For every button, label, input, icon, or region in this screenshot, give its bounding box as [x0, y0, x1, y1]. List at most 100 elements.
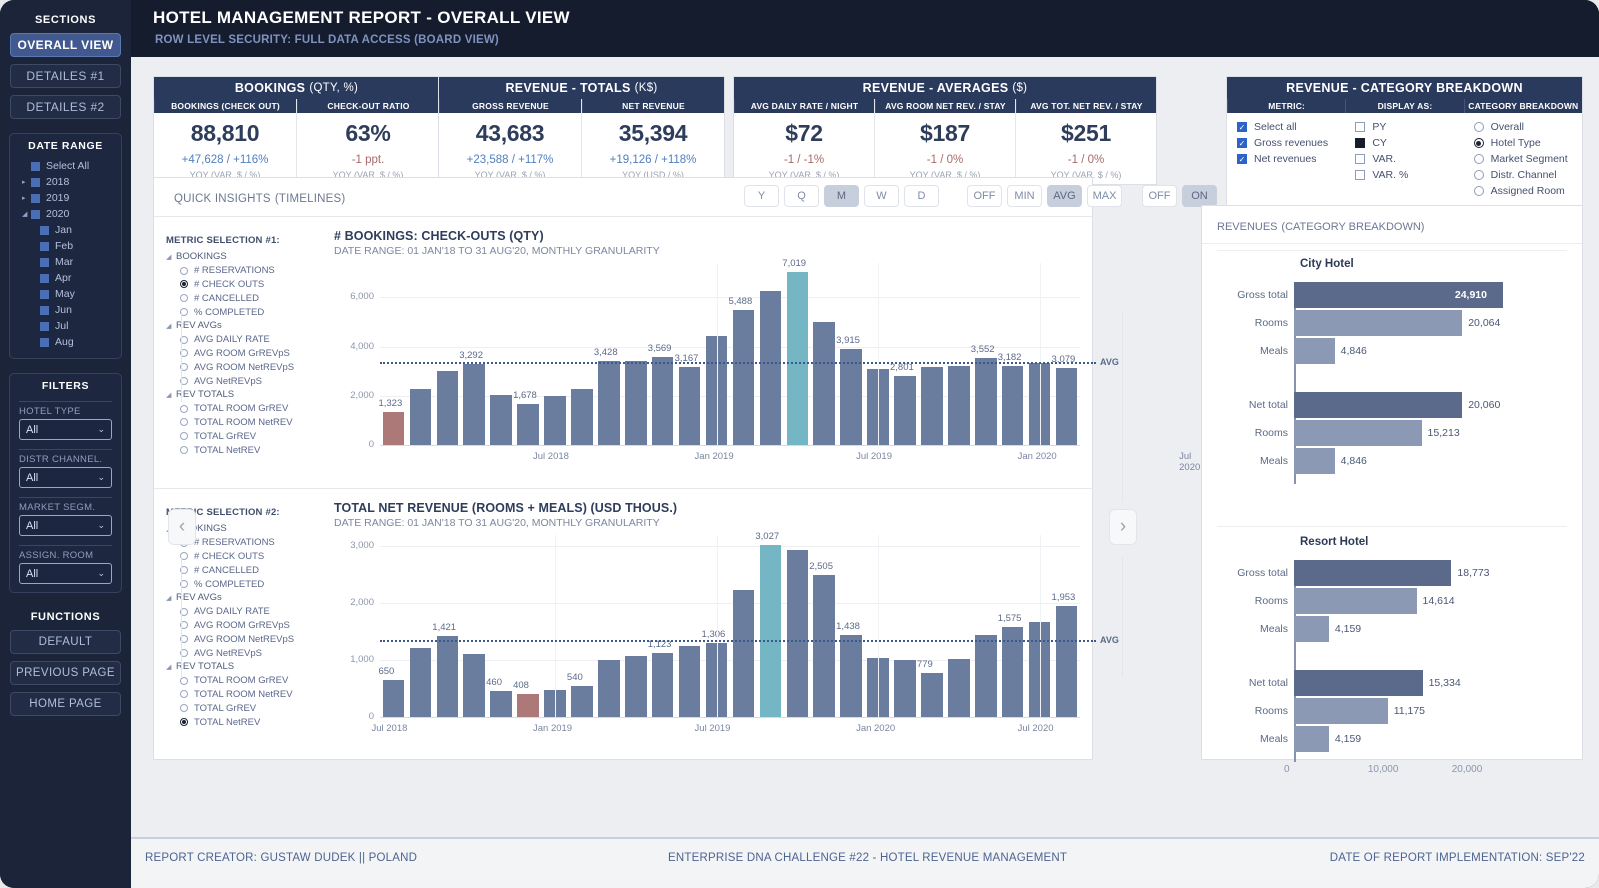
- checkbox-icon[interactable]: [31, 161, 40, 171]
- metric-option[interactable]: AVG DAILY RATE: [166, 333, 326, 347]
- metric-option[interactable]: TOTAL GrREV: [166, 429, 326, 443]
- chart-bar[interactable]: [490, 395, 512, 445]
- next-page-arrow[interactable]: ›: [1109, 509, 1137, 545]
- toggle-button-off[interactable]: OFF: [1142, 185, 1177, 207]
- metric-option[interactable]: % COMPLETED: [166, 305, 326, 319]
- chart-bar[interactable]: [786, 550, 809, 717]
- function-button-home-page[interactable]: HOME PAGE: [10, 692, 121, 716]
- chart-bar[interactable]: [436, 636, 459, 717]
- chart-bar[interactable]: [759, 544, 782, 717]
- chart-bar[interactable]: [625, 361, 647, 445]
- metric-option[interactable]: AVG ROOM GrREVpS: [166, 619, 326, 633]
- chart-bar[interactable]: [786, 272, 809, 445]
- hbar[interactable]: [1294, 588, 1417, 614]
- chart-bar[interactable]: [651, 653, 674, 717]
- tree-caret-icon[interactable]: ▸: [22, 179, 31, 186]
- date-range-item[interactable]: May: [10, 286, 121, 302]
- chart-bar[interactable]: [436, 370, 459, 445]
- tree-caret-icon[interactable]: ◢: [166, 322, 176, 330]
- checkbox-icon[interactable]: ✓: [1237, 122, 1247, 132]
- radio-icon[interactable]: [180, 718, 188, 727]
- hbar[interactable]: [1294, 420, 1422, 446]
- breakdown-option[interactable]: ✓ Select all: [1237, 119, 1345, 135]
- breakdown-option[interactable]: ✓ Gross revenues: [1237, 135, 1345, 151]
- chart-bar[interactable]: [732, 590, 755, 717]
- chart-bar[interactable]: [894, 660, 916, 717]
- date-range-item[interactable]: Select All: [10, 158, 121, 174]
- metric-option[interactable]: AVG NetREVpS: [166, 374, 326, 388]
- date-range-item[interactable]: ▸ 2019: [10, 190, 121, 206]
- checkbox-icon[interactable]: [40, 241, 49, 251]
- date-range-item[interactable]: Jul: [10, 318, 121, 334]
- metric-option[interactable]: AVG NetREVpS: [166, 646, 326, 660]
- chart-bar[interactable]: [678, 367, 701, 445]
- breakdown-option[interactable]: Assigned Room: [1473, 183, 1582, 199]
- toggle-button-avg[interactable]: AVG: [1047, 185, 1082, 207]
- hbar[interactable]: [1294, 448, 1335, 474]
- chart-bar[interactable]: [651, 357, 674, 445]
- radio-icon[interactable]: [1473, 154, 1484, 164]
- chart-bar[interactable]: [894, 376, 916, 445]
- chart-bar[interactable]: [1001, 365, 1024, 445]
- radio-icon[interactable]: [180, 704, 188, 713]
- tree-caret-icon[interactable]: ◢: [166, 391, 176, 399]
- hbar[interactable]: [1294, 310, 1463, 336]
- chart-bar[interactable]: [759, 291, 782, 445]
- checkbox-icon[interactable]: [40, 225, 49, 235]
- toggle-button-w[interactable]: W: [864, 185, 899, 207]
- metric-option[interactable]: TOTAL ROOM GrREV: [166, 674, 326, 688]
- breakdown-option[interactable]: Hotel Type: [1473, 135, 1582, 151]
- sidebar-nav-overall-view[interactable]: OVERALL VIEW: [10, 33, 121, 57]
- toggle-button-off[interactable]: OFF: [967, 185, 1002, 207]
- metric-option[interactable]: AVG ROOM GrREVpS: [166, 347, 326, 361]
- metric-option[interactable]: AVG ROOM NetREVpS: [166, 632, 326, 646]
- chart-bar[interactable]: [732, 310, 755, 445]
- chart-bar[interactable]: [517, 693, 539, 717]
- metric-group[interactable]: ◢BOOKINGS: [166, 250, 326, 264]
- breakdown-option[interactable]: Overall: [1473, 119, 1582, 135]
- checkbox-icon[interactable]: [40, 289, 49, 299]
- metric-group[interactable]: ◢ REV TOTALS: [166, 388, 326, 402]
- date-range-item[interactable]: Jan: [10, 222, 121, 238]
- toggle-button-on[interactable]: ON: [1182, 185, 1217, 207]
- radio-icon[interactable]: [180, 266, 188, 275]
- toggle-button-m[interactable]: M: [824, 185, 859, 207]
- checkbox-icon[interactable]: ✓: [1237, 138, 1247, 148]
- chart-bar[interactable]: [813, 322, 835, 445]
- tree-caret-icon[interactable]: ◢: [22, 211, 31, 218]
- chart-bar[interactable]: [544, 395, 566, 445]
- radio-icon[interactable]: [180, 690, 188, 699]
- filter-dropdown[interactable]: All ⌄: [19, 419, 112, 440]
- checkbox-icon[interactable]: [40, 305, 49, 315]
- checkbox-icon[interactable]: [31, 177, 40, 187]
- chart-bar[interactable]: [571, 388, 593, 445]
- radio-icon[interactable]: [180, 432, 188, 441]
- hbar[interactable]: [1294, 698, 1388, 724]
- breakdown-option[interactable]: Distr. Channel: [1473, 167, 1582, 183]
- checkbox-icon[interactable]: ✓: [1237, 154, 1247, 164]
- metric-option[interactable]: # RESERVATIONS: [166, 264, 326, 278]
- chart-bar[interactable]: [463, 364, 485, 445]
- radio-icon[interactable]: [1473, 186, 1484, 196]
- hbar[interactable]: [1294, 670, 1423, 696]
- chart-bar[interactable]: [409, 389, 432, 445]
- toggle-button-q[interactable]: Q: [784, 185, 819, 207]
- checkbox-icon[interactable]: [40, 273, 49, 283]
- chart-bar[interactable]: [382, 680, 405, 717]
- chart-bar[interactable]: [948, 659, 970, 717]
- metric-option[interactable]: % COMPLETED: [166, 577, 326, 591]
- breakdown-option[interactable]: ✓ Net revenues: [1237, 151, 1345, 167]
- checkbox-icon[interactable]: [1355, 138, 1366, 148]
- radio-icon[interactable]: [180, 418, 188, 427]
- checkbox-icon[interactable]: [1355, 122, 1366, 132]
- chart-bar[interactable]: [409, 647, 432, 717]
- date-range-item[interactable]: Aug: [10, 334, 121, 350]
- hbar[interactable]: [1294, 338, 1335, 364]
- toggle-button-max[interactable]: MAX: [1087, 185, 1122, 207]
- metric-option[interactable]: TOTAL ROOM NetREV: [166, 416, 326, 430]
- breakdown-option[interactable]: CY: [1355, 135, 1463, 151]
- metric-option[interactable]: # CANCELLED: [166, 563, 326, 577]
- filter-dropdown[interactable]: All ⌄: [19, 563, 112, 584]
- chart-bar[interactable]: [625, 655, 647, 717]
- radio-icon[interactable]: [180, 280, 188, 289]
